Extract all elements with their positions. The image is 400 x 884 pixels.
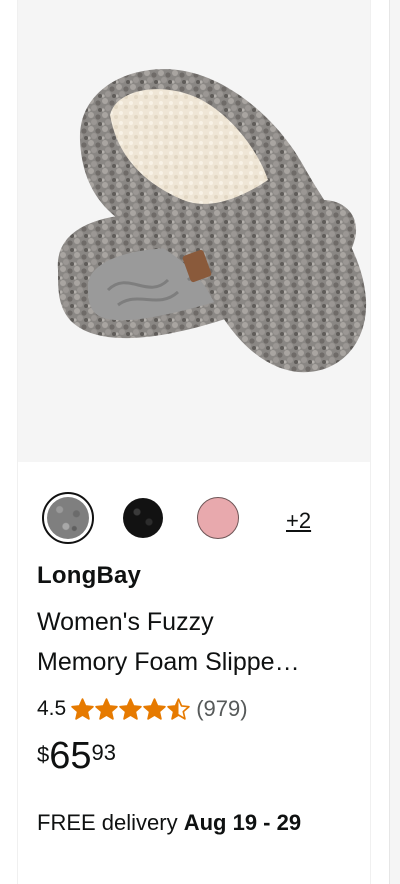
delivery-date: Aug 19 - 29 [183,810,302,835]
color-swatches: +2 [42,492,362,544]
price-fraction: 93 [91,740,117,765]
product-title-line-1: Women's Fuzzy [37,608,214,636]
product-image[interactable] [18,0,370,462]
product-title-line-2: Memory Foam Slippe… [37,648,300,676]
swatch-black-dot [123,498,163,538]
price: $ 65 93 [37,736,116,776]
star-icon [119,697,142,720]
swatch-pink-dot [197,497,239,539]
delivery-label: FREE delivery [37,810,184,835]
rating-row[interactable]: 4.5 (979) [37,694,248,724]
star-icon [95,697,118,720]
swatch-black[interactable] [117,492,169,544]
review-count[interactable]: (979) [196,696,247,722]
swatch-pink[interactable] [192,492,244,544]
product-title[interactable]: Women's Fuzzy Memory Foam Slippe… [37,602,355,682]
product-card[interactable]: +2 LongBay Women's Fuzzy Memory Foam Sli… [17,0,371,884]
next-product-card[interactable] [389,0,400,884]
star-icon [143,697,166,720]
swatch-gray-dot [47,497,89,539]
rating-value: 4.5 [37,697,67,720]
star-icon [71,697,94,720]
star-icon [167,697,190,720]
swatch-gray[interactable] [42,492,94,544]
product-image-area[interactable] [18,0,370,462]
more-swatches-link[interactable]: +2 [286,508,311,534]
price-whole: 65 [49,735,92,777]
brand-name: LongBay [37,562,142,589]
delivery-info: FREE delivery Aug 19 - 29 [37,810,301,836]
rating-stars [70,697,190,722]
price-symbol: $ [37,742,50,767]
